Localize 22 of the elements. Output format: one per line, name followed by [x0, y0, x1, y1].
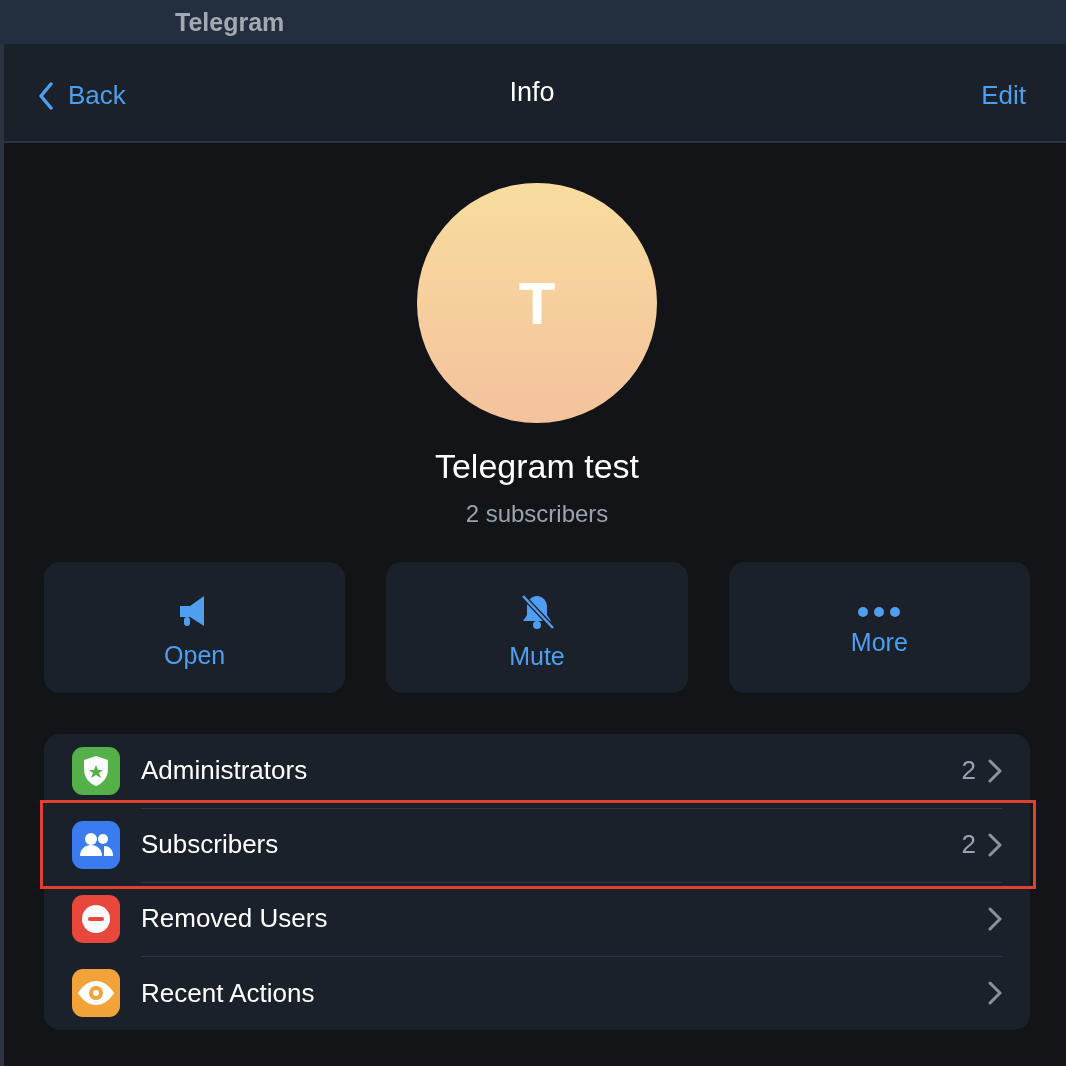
- more-icon: [857, 605, 902, 618]
- subscriber-count: 2 subscribers: [465, 500, 609, 528]
- chevron-right-icon: [988, 981, 1002, 1005]
- window-title: Telegram: [175, 7, 285, 37]
- item-count: 2: [961, 755, 976, 786]
- avatar: T: [417, 183, 657, 423]
- menu-item-label[interactable]: Administrators: [141, 755, 950, 786]
- menu-item-label[interactable]: Recent Actions: [141, 977, 976, 1009]
- back-chevron-icon: [38, 81, 54, 110]
- menu-item-label[interactable]: Removed Users: [141, 903, 976, 934]
- action-button[interactable]: Mute: [386, 562, 688, 693]
- chevron-right-icon: [988, 758, 1002, 783]
- menu-item-label[interactable]: Subscribers: [141, 829, 950, 860]
- chevron-right-icon: [988, 832, 1002, 857]
- edit-button[interactable]: Edit: [981, 80, 1026, 111]
- channel-name: Telegram test: [434, 447, 640, 486]
- page-title: Info: [509, 77, 555, 108]
- back-button[interactable]: Back: [38, 80, 126, 111]
- item-count: 2: [961, 829, 976, 860]
- chevron-right-icon: [988, 906, 1002, 931]
- action-button[interactable]: Open: [44, 562, 346, 693]
- action-button[interactable]: More: [728, 562, 1030, 693]
